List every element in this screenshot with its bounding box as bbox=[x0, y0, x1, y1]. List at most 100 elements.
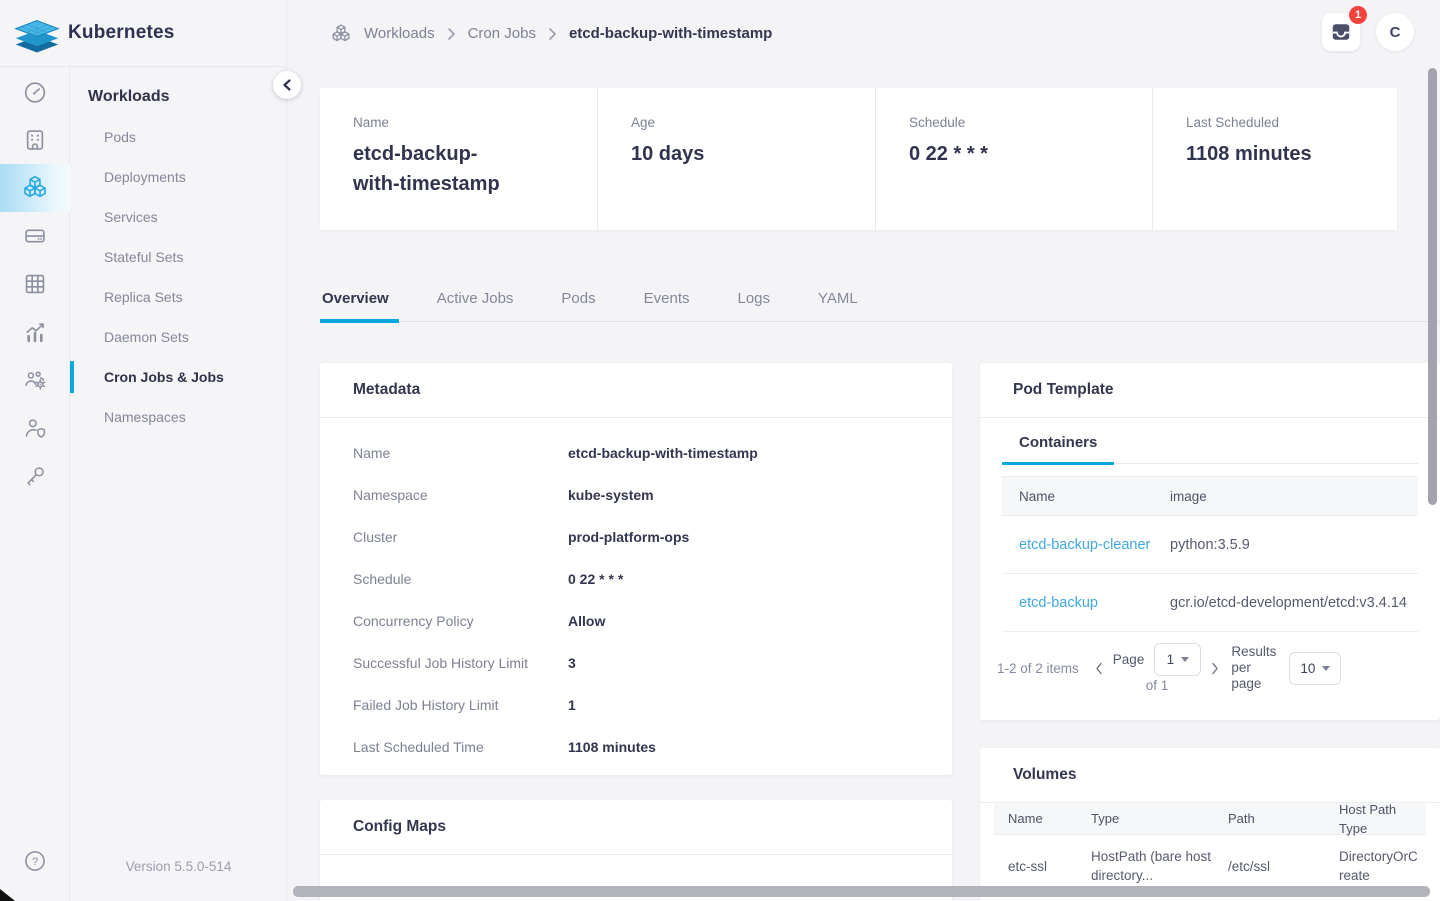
tab-overview[interactable]: Overview bbox=[320, 288, 399, 323]
header-actions: 1 C bbox=[1322, 13, 1414, 51]
summary-card-age: Age 10 days bbox=[598, 88, 876, 230]
results-per-page-select[interactable]: 10 bbox=[1289, 652, 1341, 685]
table-row: etcd-backup-cleaner python:3.5.9 bbox=[1002, 516, 1418, 574]
breadcrumb: Workloads Cron Jobs etcd-backup-with-tim… bbox=[330, 23, 772, 45]
workloads-icon bbox=[21, 174, 49, 202]
network-grid-icon bbox=[22, 271, 48, 297]
card-value: 10 days bbox=[631, 139, 875, 169]
row-value: etcd-backup-with-timestamp bbox=[568, 445, 758, 461]
row-value: 3 bbox=[568, 655, 576, 671]
sidebar-item-deployments[interactable]: Deployments bbox=[70, 157, 286, 197]
row-value: 1 bbox=[568, 697, 576, 713]
avatar[interactable]: C bbox=[1376, 13, 1414, 51]
users-settings-icon bbox=[22, 367, 48, 393]
column-header-name: Name bbox=[1002, 489, 1152, 504]
row-label: Concurrency Policy bbox=[353, 613, 568, 629]
volumes-table: Name Type Path Host Path Type etc-ssl Ho… bbox=[994, 803, 1426, 897]
summary-card-last-scheduled: Last Scheduled 1108 minutes bbox=[1153, 88, 1397, 230]
row-value: 0 22 * * * bbox=[568, 571, 623, 587]
container-link[interactable]: etcd-backup bbox=[1019, 595, 1098, 611]
row-value: prod-platform-ops bbox=[568, 529, 689, 545]
sidebar-item-nodes[interactable] bbox=[0, 116, 70, 164]
tab-pods[interactable]: Pods bbox=[559, 288, 605, 321]
table-header: Name image bbox=[1002, 476, 1418, 516]
metadata-rows: Name etcd-backup-with-timestamp Namespac… bbox=[320, 418, 952, 768]
vertical-scrollbar[interactable] bbox=[1428, 68, 1437, 505]
card-label: Schedule bbox=[909, 115, 1152, 130]
column-header-name: Name bbox=[994, 811, 1091, 826]
breadcrumb-workloads[interactable]: Workloads bbox=[364, 25, 435, 42]
nodes-icon bbox=[22, 127, 48, 153]
sidebar-item-network[interactable] bbox=[0, 260, 70, 308]
volume-path: /etc/ssl bbox=[1228, 859, 1339, 874]
sidebar-item-replica-sets[interactable]: Replica Sets bbox=[70, 277, 286, 317]
metadata-row: Schedule 0 22 * * * bbox=[353, 558, 919, 600]
sidebar-item-cron-jobs[interactable]: Cron Jobs & Jobs bbox=[70, 357, 286, 397]
column-header-path: Path bbox=[1228, 811, 1339, 826]
sidebar-item-user-security[interactable] bbox=[0, 404, 70, 452]
row-label: Namespace bbox=[353, 487, 568, 503]
pod-template-panel: Pod Template Containers Name image etcd-… bbox=[980, 363, 1440, 720]
sidebar-item-secrets[interactable] bbox=[0, 452, 70, 500]
sidebar-item-stateful-sets[interactable]: Stateful Sets bbox=[70, 237, 286, 277]
metadata-row: Concurrency Policy Allow bbox=[353, 600, 919, 642]
tab-yaml[interactable]: YAML bbox=[816, 288, 868, 321]
icon-rail: ? bbox=[0, 67, 70, 901]
kubernetes-logo-icon bbox=[14, 13, 60, 53]
storage-icon bbox=[22, 223, 48, 249]
table-row: etcd-backup gcr.io/etcd-development/etcd… bbox=[1002, 574, 1418, 632]
horizontal-scrollbar[interactable] bbox=[293, 886, 1430, 897]
inbox-icon bbox=[1330, 21, 1352, 43]
sidebar-item-namespaces[interactable]: Namespaces bbox=[70, 397, 286, 437]
tab-events[interactable]: Events bbox=[642, 288, 700, 321]
sidebar-item-metrics[interactable] bbox=[0, 308, 70, 356]
row-value: Allow bbox=[568, 613, 605, 629]
sidebar-item-services[interactable]: Services bbox=[70, 197, 286, 237]
table-header: Name Type Path Host Path Type bbox=[994, 803, 1426, 835]
sidebar-item-workloads[interactable] bbox=[0, 164, 70, 212]
app-header: Kubernetes bbox=[0, 0, 287, 67]
column-header-host-path-type: Host Path Type bbox=[1339, 800, 1426, 838]
volume-host-path-type: DirectoryOrCreate bbox=[1339, 847, 1426, 885]
page-next-button[interactable] bbox=[1205, 662, 1225, 675]
sidebar-item-daemon-sets[interactable]: Daemon Sets bbox=[70, 317, 286, 357]
metadata-row: Failed Job History Limit 1 bbox=[353, 684, 919, 726]
sidebar-item-pods[interactable]: Pods bbox=[70, 117, 286, 157]
panel-title: Pod Template bbox=[980, 363, 1440, 418]
chevron-down-icon bbox=[1181, 657, 1189, 662]
metadata-row: Namespace kube-system bbox=[353, 474, 919, 516]
page-select-group: Page 1 of 1 bbox=[1113, 643, 1202, 693]
results-per-page-value: 10 bbox=[1300, 661, 1315, 676]
column-header-type: Type bbox=[1091, 809, 1228, 828]
row-label: Schedule bbox=[353, 571, 568, 587]
sidebar-item-storage[interactable] bbox=[0, 212, 70, 260]
container-link[interactable]: etcd-backup-cleaner bbox=[1019, 537, 1150, 553]
notification-badge: 1 bbox=[1349, 6, 1367, 24]
page-select[interactable]: 1 bbox=[1154, 643, 1201, 676]
containers-table: Name image etcd-backup-cleaner python:3.… bbox=[1002, 476, 1418, 632]
row-value: 1108 minutes bbox=[568, 739, 656, 755]
dashboard-icon bbox=[22, 79, 48, 105]
app-title: Kubernetes bbox=[68, 22, 175, 44]
svg-text:?: ? bbox=[32, 856, 38, 868]
sidebar-collapse-button[interactable] bbox=[273, 71, 301, 99]
help-button[interactable]: ? bbox=[0, 837, 70, 885]
breadcrumb-cron-jobs[interactable]: Cron Jobs bbox=[468, 25, 536, 42]
page-prev-button[interactable] bbox=[1089, 662, 1109, 675]
volumes-panel: Volumes Name Type Path Host Path Type et… bbox=[980, 748, 1440, 901]
tab-logs[interactable]: Logs bbox=[735, 288, 780, 321]
tab-containers[interactable]: Containers bbox=[1002, 427, 1114, 465]
cubes-icon bbox=[330, 23, 352, 45]
tab-active-jobs[interactable]: Active Jobs bbox=[435, 288, 524, 321]
notifications-button[interactable]: 1 bbox=[1322, 13, 1360, 51]
column-header-image: image bbox=[1152, 489, 1418, 504]
breadcrumb-bar: Workloads Cron Jobs etcd-backup-with-tim… bbox=[287, 0, 1440, 67]
user-shield-icon bbox=[22, 415, 48, 441]
summary-cards: Name etcd-backup-with-timestamp Age 10 d… bbox=[320, 88, 1397, 230]
chevron-left-icon bbox=[281, 78, 293, 92]
sidebar-item-access-control[interactable] bbox=[0, 356, 70, 404]
card-label: Age bbox=[631, 115, 875, 130]
sidebar-item-dashboard[interactable] bbox=[0, 68, 70, 116]
pod-template-tabs: Containers bbox=[1002, 418, 1418, 464]
sidebar-heading: Workloads bbox=[70, 77, 286, 117]
